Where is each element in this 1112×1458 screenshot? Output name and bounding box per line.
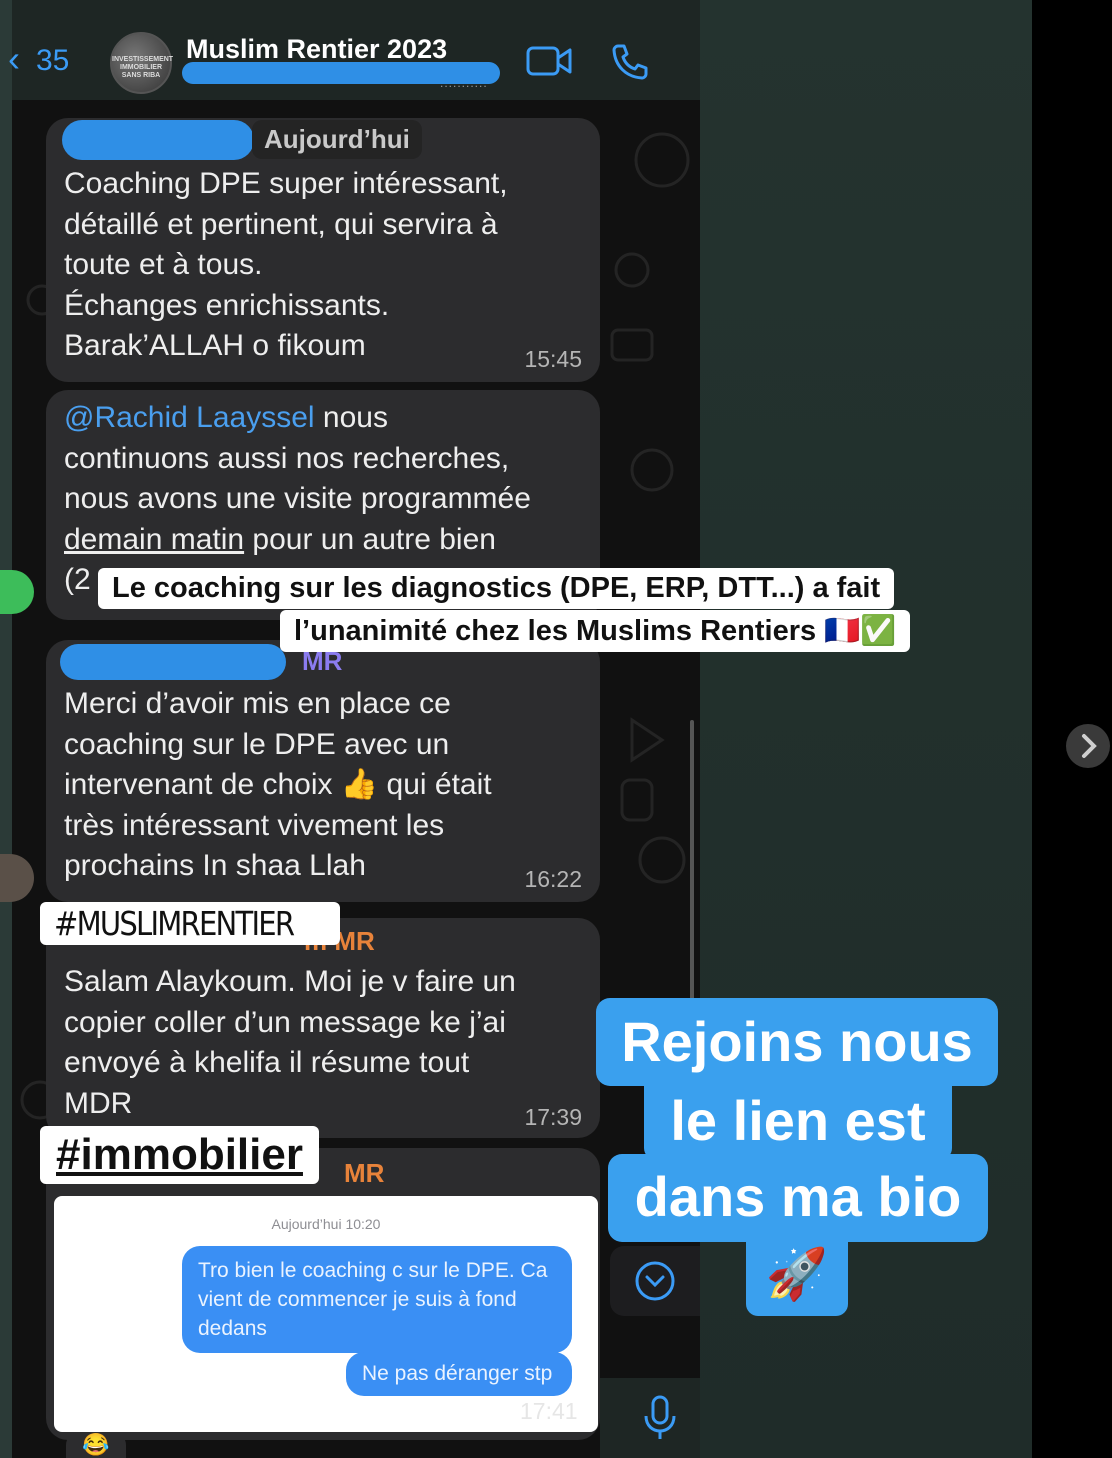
back-chevron-icon[interactable]: ‹ bbox=[8, 38, 20, 80]
hashtag-sticker-muslimrentier[interactable]: #MUSLIMRENTIER bbox=[40, 902, 340, 945]
message-text: Coaching DPE super intéressant, détaillé… bbox=[64, 167, 508, 362]
unread-count[interactable]: 35 bbox=[36, 44, 69, 78]
scroll-down-icon[interactable] bbox=[610, 1246, 700, 1316]
next-arrow-icon[interactable] bbox=[1066, 724, 1110, 768]
date-link[interactable]: demain matin bbox=[64, 523, 244, 556]
cta-line-3: dans ma bio bbox=[608, 1154, 988, 1242]
sender-name-redacted bbox=[60, 644, 286, 680]
group-avatar[interactable]: INVESTISSEMENT IMMOBILIER SANS RIBA bbox=[110, 32, 173, 94]
cta-line-1: Rejoins nous bbox=[596, 998, 998, 1086]
story-caption-line-2: l’unanimité chez les Muslims Rentiers 🇫🇷… bbox=[280, 610, 911, 652]
message-bubble-4[interactable]: m MR Salam Alaykoum. Moi je v faire un c… bbox=[46, 918, 600, 1138]
message-time: 17:39 bbox=[524, 1104, 582, 1130]
phone-call-icon[interactable] bbox=[610, 42, 650, 87]
video-call-icon[interactable] bbox=[526, 44, 572, 83]
attached-screenshot[interactable]: Aujourd’hui 10:20 Tro bien le coaching c… bbox=[54, 1196, 598, 1432]
message-text: Salam Alaykoum. Moi je v faire un copier… bbox=[64, 965, 516, 1120]
mention-link[interactable]: @Rachid Laayssel bbox=[64, 401, 315, 434]
story-caption-line-1: Le coaching sur les diagnostics (DPE, ER… bbox=[98, 568, 895, 609]
date-chip: Aujourd’hui bbox=[252, 120, 422, 159]
scroll-indicator[interactable] bbox=[690, 720, 694, 1000]
sender-name-redacted bbox=[62, 120, 254, 160]
cta-line-2: le lien est bbox=[644, 1082, 952, 1160]
message-time: 16:22 bbox=[524, 866, 582, 892]
rocket-icon: 🚀 bbox=[746, 1238, 848, 1316]
reaction-emoji[interactable]: 😂 bbox=[66, 1432, 126, 1458]
message-time: 15:45 bbox=[524, 346, 582, 372]
message-text: Merci d’avoir mis en place ce coaching s… bbox=[64, 687, 492, 882]
imessage-bubble: Tro bien le coaching c sur le DPE. Ca vi… bbox=[182, 1246, 572, 1353]
group-subtitle: ........... bbox=[440, 76, 488, 90]
microphone-icon[interactable] bbox=[640, 1394, 680, 1447]
hashtag-sticker-immobilier[interactable]: #immobilier bbox=[40, 1126, 319, 1184]
imessage-bubble: Ne pas déranger stp bbox=[346, 1352, 572, 1396]
inner-timestamp: Aujourd’hui 10:20 bbox=[271, 1216, 381, 1232]
group-title[interactable]: Muslim Rentier 2023 bbox=[186, 34, 447, 65]
message-time: 17:41 bbox=[520, 1398, 578, 1424]
sender-name: MR bbox=[344, 1158, 385, 1188]
